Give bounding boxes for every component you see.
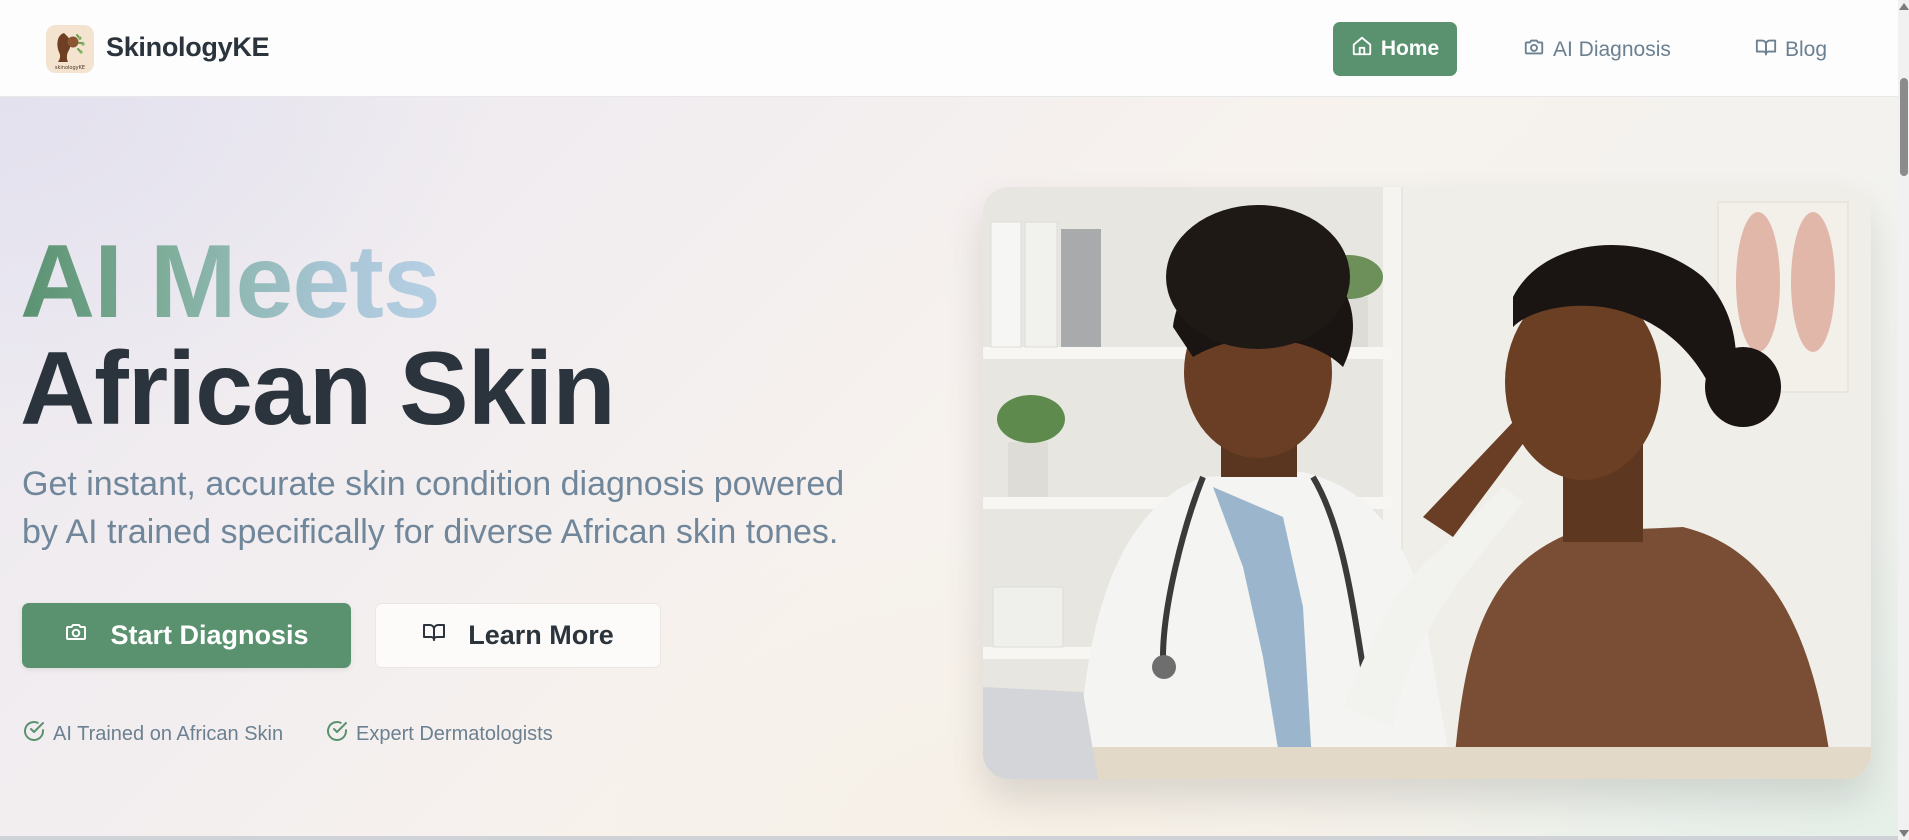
scroll-down-arrow-icon[interactable] bbox=[1899, 830, 1909, 837]
brand-logo[interactable]: skinologyKE bbox=[46, 25, 94, 73]
nav-ai-diagnosis-label: AI Diagnosis bbox=[1553, 38, 1671, 61]
book-icon bbox=[1755, 36, 1777, 64]
hero-title-gradient: AI Meets bbox=[20, 224, 441, 340]
feature-badge: Expert Dermatologists bbox=[325, 721, 553, 747]
start-diagnosis-button[interactable]: Start Diagnosis bbox=[22, 603, 351, 668]
learn-more-button[interactable]: Learn More bbox=[375, 603, 661, 668]
feature-badge: AI Trained on African Skin bbox=[22, 721, 283, 747]
logo-image-icon: skinologyKE bbox=[46, 25, 94, 73]
scrollbar-thumb[interactable] bbox=[1900, 78, 1908, 176]
feature-label: Expert Dermatologists bbox=[356, 722, 553, 745]
nav-home-button[interactable]: Home bbox=[1333, 22, 1457, 76]
nav-home-label: Home bbox=[1380, 37, 1440, 60]
nav-blog-label: Blog bbox=[1785, 38, 1828, 61]
check-circle-icon bbox=[22, 719, 46, 749]
feature-label: AI Trained on African Skin bbox=[53, 722, 284, 745]
nav-blog-link[interactable]: Blog bbox=[1755, 34, 1827, 66]
brand-name[interactable]: SkinologyKE bbox=[106, 32, 270, 63]
hero-subtitle: Get instant, accurate skin condition dia… bbox=[22, 460, 922, 556]
camera-icon bbox=[1523, 36, 1545, 64]
nav-ai-diagnosis-link[interactable]: AI Diagnosis bbox=[1523, 34, 1671, 66]
book-icon bbox=[422, 620, 446, 651]
camera-icon bbox=[64, 620, 88, 651]
start-diagnosis-label: Start Diagnosis bbox=[110, 620, 309, 650]
hero-subtitle-line1: Get instant, accurate skin condition dia… bbox=[22, 465, 845, 503]
top-navbar: skinologyKE SkinologyKE Home AI Diagnosi… bbox=[0, 0, 1898, 97]
scroll-up-arrow-icon[interactable] bbox=[1899, 3, 1909, 10]
learn-more-label: Learn More bbox=[468, 620, 614, 650]
home-icon bbox=[1351, 35, 1373, 63]
hero-subtitle-line2: by AI trained specifically for diverse A… bbox=[22, 513, 839, 551]
hero-image-doctor-patient bbox=[983, 187, 1871, 779]
page-scrollbar[interactable] bbox=[1898, 0, 1909, 840]
check-circle-icon bbox=[325, 719, 349, 749]
logo-text: skinologyKE bbox=[55, 65, 85, 71]
section-divider bbox=[0, 836, 1898, 840]
hero-title-main: African Skin bbox=[20, 331, 616, 447]
